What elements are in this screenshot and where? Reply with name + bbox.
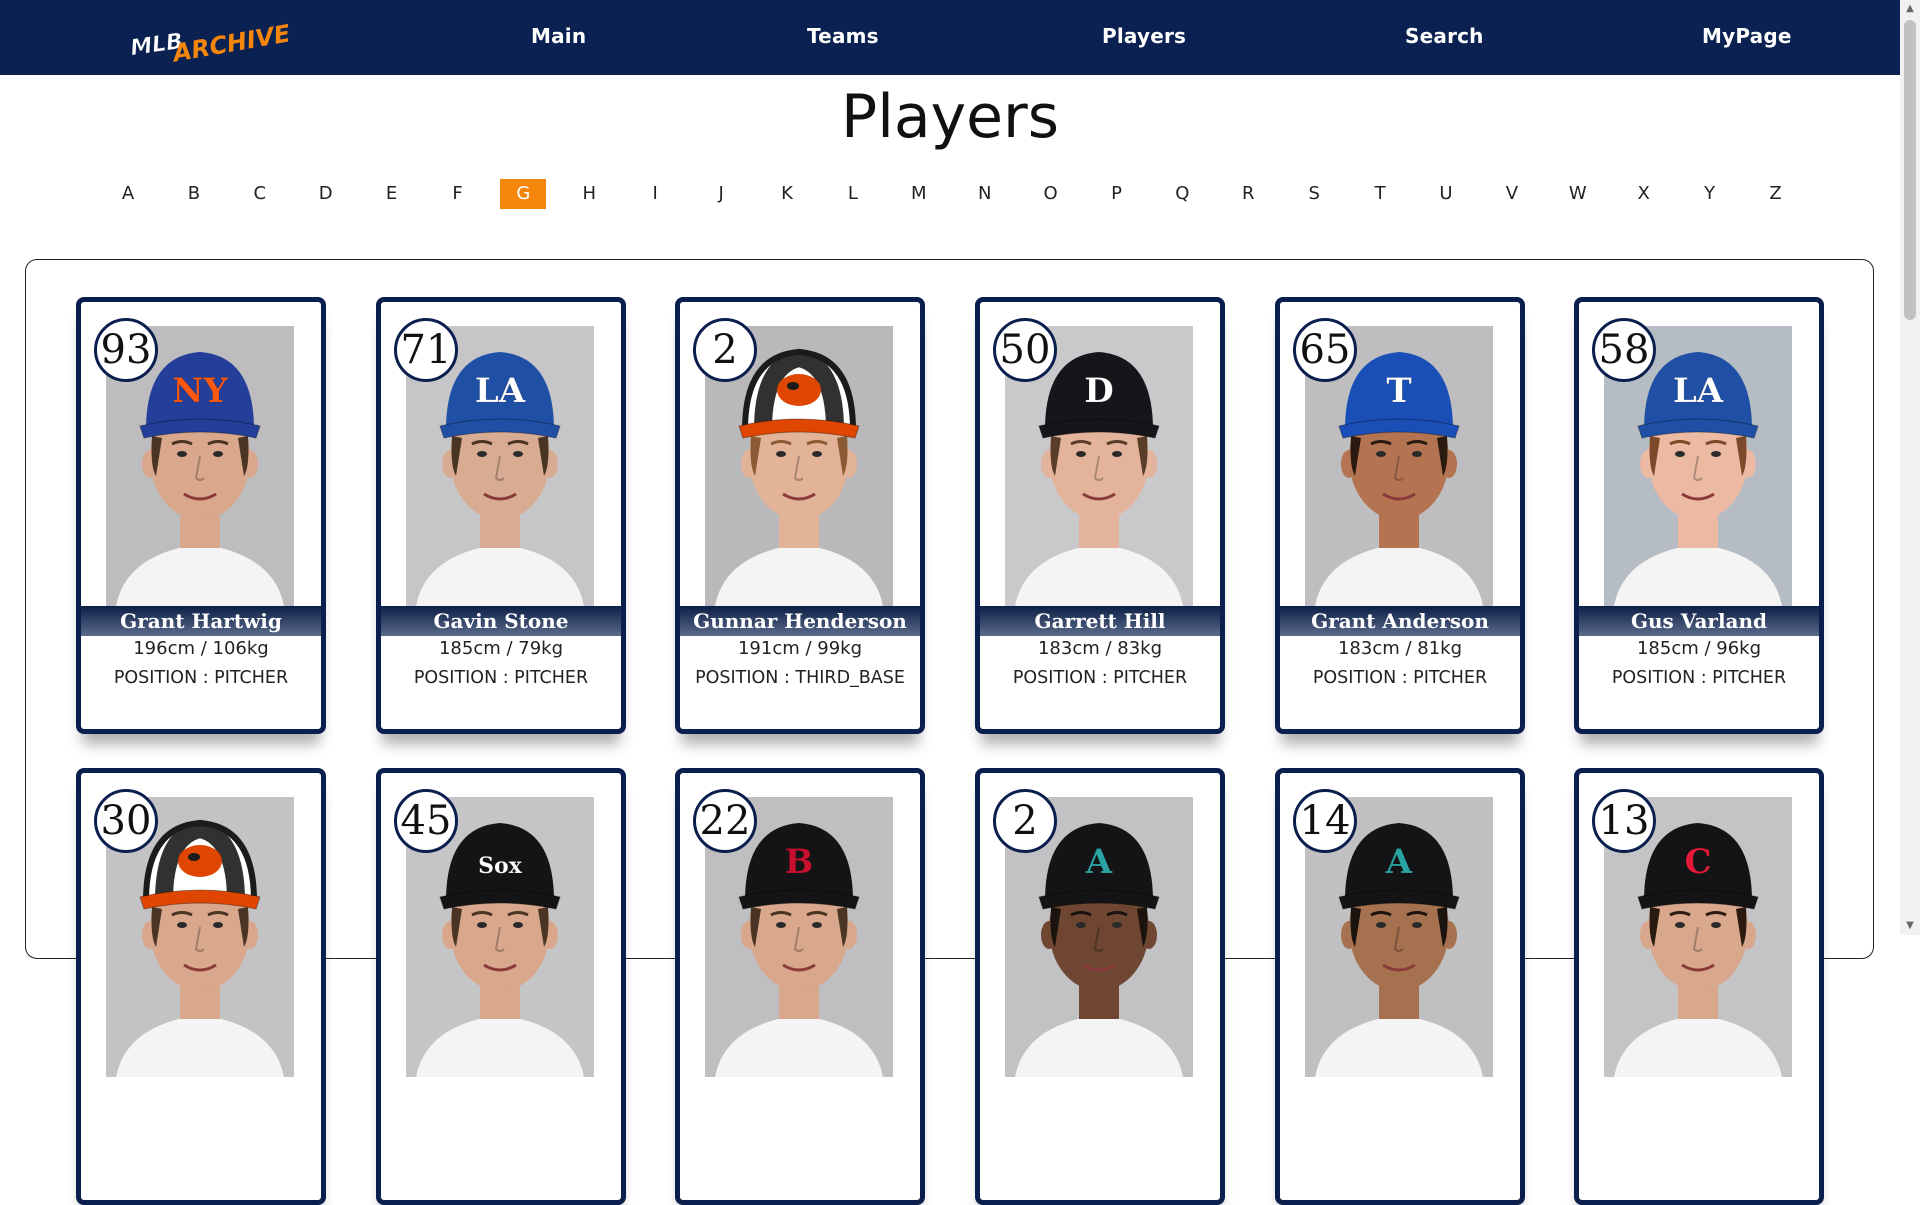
letter-filter-g[interactable]: G bbox=[500, 179, 547, 209]
letter-filter-b[interactable]: B bbox=[171, 179, 217, 209]
letter-filter-r[interactable]: R bbox=[1225, 179, 1271, 209]
letter-filter-m[interactable]: M bbox=[896, 179, 942, 209]
letter-filter-h[interactable]: H bbox=[566, 179, 612, 209]
nav-main-link[interactable]: Main bbox=[531, 24, 586, 48]
alphabet-filter: ABCDEFGHIJKLMNOPQRSTUVWXYZ bbox=[0, 179, 1900, 209]
player-name: Grant Hartwig bbox=[81, 606, 321, 636]
scroll-down-arrow-icon[interactable]: ▼ bbox=[1900, 919, 1920, 933]
jersey-number-badge: 2 bbox=[693, 318, 757, 382]
player-card[interactable]: 13 C bbox=[1574, 768, 1824, 1205]
scroll-thumb[interactable] bbox=[1904, 20, 1916, 320]
jersey-number-badge: 2 bbox=[993, 789, 1057, 853]
player-height-weight: 191cm / 99kg bbox=[737, 638, 863, 659]
letter-filter-v[interactable]: V bbox=[1489, 179, 1535, 209]
svg-text:NY: NY bbox=[172, 371, 228, 411]
player-height-weight: 183cm / 83kg bbox=[1037, 638, 1163, 659]
letter-filter-l[interactable]: L bbox=[830, 179, 876, 209]
letter-filter-c[interactable]: C bbox=[237, 179, 283, 209]
player-name: Grant Anderson bbox=[1280, 606, 1520, 636]
player-height-weight: 185cm / 79kg bbox=[438, 638, 564, 659]
player-position: POSITION : PITCHER bbox=[413, 668, 589, 688]
letter-filter-e[interactable]: E bbox=[369, 179, 415, 209]
letter-filter-z[interactable]: Z bbox=[1753, 179, 1799, 209]
top-navbar: MLB ARCHIVE ! Main Teams Players Search … bbox=[0, 0, 1900, 75]
jersey-number-badge: 14 bbox=[1293, 789, 1357, 853]
nav-search-link[interactable]: Search bbox=[1405, 24, 1484, 48]
letter-filter-o[interactable]: O bbox=[1028, 179, 1074, 209]
jersey-number-badge: 13 bbox=[1592, 789, 1656, 853]
player-height-weight: 183cm / 81kg bbox=[1337, 638, 1463, 659]
logo-text-archive: ARCHIVE ! bbox=[169, 16, 298, 62]
letter-filter-t[interactable]: T bbox=[1357, 179, 1403, 209]
player-card[interactable]: 14 A bbox=[1275, 768, 1525, 1205]
jersey-number-badge: 65 bbox=[1293, 318, 1357, 382]
mlb-archive-logo[interactable]: MLB ARCHIVE ! bbox=[128, 12, 298, 62]
letter-filter-n[interactable]: N bbox=[962, 179, 1008, 209]
player-position: POSITION : THIRD_BASE bbox=[695, 668, 905, 688]
letter-filter-s[interactable]: S bbox=[1291, 179, 1337, 209]
player-card[interactable]: 71 LA Gavin Stone 185cm / 79kg POSITION : PI… bbox=[376, 297, 626, 734]
svg-text:LA: LA bbox=[1673, 371, 1724, 411]
player-name: Gunnar Henderson bbox=[680, 606, 920, 636]
player-card[interactable]: 65 T Grant Anderson 183cm / 81kg POSITION : … bbox=[1275, 297, 1525, 734]
player-card[interactable]: 50 D Garrett Hill 183cm / 83kg POSITION : PI… bbox=[975, 297, 1225, 734]
player-card[interactable]: 45 Sox bbox=[376, 768, 626, 1205]
svg-text:B: B bbox=[785, 842, 814, 882]
letter-filter-d[interactable]: D bbox=[303, 179, 349, 209]
player-card[interactable]: 93 NY Grant Hartwig 196cm / 106kg POSITION :… bbox=[76, 297, 326, 734]
svg-text:A: A bbox=[1385, 842, 1413, 882]
player-position: POSITION : PITCHER bbox=[1012, 668, 1188, 688]
players-panel: 93 NY Grant Hartwig 196cm / 106kg POSITION :… bbox=[25, 259, 1874, 1205]
page-title: Players bbox=[841, 82, 1059, 152]
letter-filter-f[interactable]: F bbox=[435, 179, 481, 209]
player-name: Gus Varland bbox=[1579, 606, 1819, 636]
letter-filter-w[interactable]: W bbox=[1555, 179, 1601, 209]
svg-text:C: C bbox=[1684, 842, 1711, 882]
jersey-number-badge: 50 bbox=[993, 318, 1057, 382]
svg-text:Sox: Sox bbox=[478, 853, 523, 879]
jersey-number-badge: 22 bbox=[693, 789, 757, 853]
letter-filter-y[interactable]: Y bbox=[1687, 179, 1733, 209]
nav-players-link[interactable]: Players bbox=[1102, 24, 1186, 48]
svg-text:T: T bbox=[1386, 371, 1411, 411]
player-card[interactable]: 22 B bbox=[675, 768, 925, 1205]
player-card[interactable]: 58 LA Gus Varland 185cm / 96kg POSITION : PI… bbox=[1574, 297, 1824, 734]
player-position: POSITION : PITCHER bbox=[1611, 668, 1787, 688]
scrollbar[interactable]: ▲ ▼ bbox=[1900, 0, 1920, 935]
nav-mypage-link[interactable]: MyPage bbox=[1702, 24, 1792, 48]
nav-teams-link[interactable]: Teams bbox=[807, 24, 879, 48]
svg-text:A: A bbox=[1085, 842, 1113, 882]
scroll-up-arrow-icon[interactable]: ▲ bbox=[1900, 2, 1920, 16]
letter-filter-x[interactable]: X bbox=[1621, 179, 1667, 209]
jersey-number-badge: 71 bbox=[394, 318, 458, 382]
jersey-number-badge: 58 bbox=[1592, 318, 1656, 382]
letter-filter-j[interactable]: J bbox=[698, 179, 744, 209]
svg-text:LA: LA bbox=[475, 371, 526, 411]
player-position: POSITION : PITCHER bbox=[113, 668, 289, 688]
player-height-weight: 196cm / 106kg bbox=[133, 638, 269, 659]
player-name: Gavin Stone bbox=[381, 606, 621, 636]
jersey-number-badge: 45 bbox=[394, 789, 458, 853]
letter-filter-k[interactable]: K bbox=[764, 179, 810, 209]
jersey-number-badge: 30 bbox=[94, 789, 158, 853]
letter-filter-p[interactable]: P bbox=[1094, 179, 1140, 209]
letter-filter-a[interactable]: A bbox=[105, 179, 151, 209]
player-position: POSITION : PITCHER bbox=[1312, 668, 1488, 688]
player-card[interactable]: 2A bbox=[975, 768, 1225, 1205]
letter-filter-q[interactable]: Q bbox=[1159, 179, 1205, 209]
player-card[interactable]: 2 Gunnar Henderson 191cm / 99kg POSITION : … bbox=[675, 297, 925, 734]
letter-filter-i[interactable]: I bbox=[632, 179, 678, 209]
player-card[interactable]: 30 bbox=[76, 768, 326, 1205]
player-name: Garrett Hill bbox=[980, 606, 1220, 636]
jersey-number-badge: 93 bbox=[94, 318, 158, 382]
svg-text:D: D bbox=[1084, 371, 1113, 411]
letter-filter-u[interactable]: U bbox=[1423, 179, 1469, 209]
player-height-weight: 185cm / 96kg bbox=[1636, 638, 1762, 659]
